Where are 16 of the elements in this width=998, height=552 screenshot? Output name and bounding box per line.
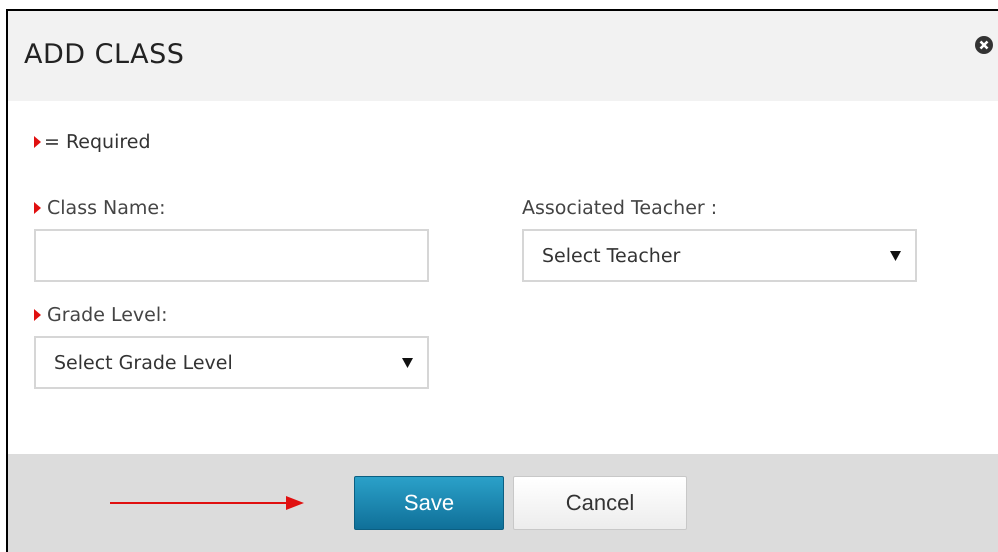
- dialog-title: ADD CLASS: [24, 39, 184, 70]
- required-marker-icon: [34, 136, 41, 148]
- field-label: Associated Teacher :: [522, 197, 718, 219]
- required-marker-icon: [34, 309, 41, 321]
- save-button[interactable]: Save: [354, 476, 504, 530]
- caret-icon: [890, 250, 901, 260]
- close-icon[interactable]: [975, 36, 993, 54]
- required-marker-icon: [34, 202, 41, 214]
- field-label: Grade Level:: [47, 304, 168, 326]
- cancel-button[interactable]: Cancel: [513, 476, 687, 530]
- dropdown-field[interactable]: Select Grade Level: [34, 336, 429, 389]
- dropdown-field[interactable]: Select Teacher: [522, 229, 917, 282]
- caret-icon: [402, 358, 413, 368]
- required-legend: = Required: [44, 131, 151, 153]
- class-name-field[interactable]: [34, 229, 429, 282]
- field-label: Class Name:: [47, 197, 166, 219]
